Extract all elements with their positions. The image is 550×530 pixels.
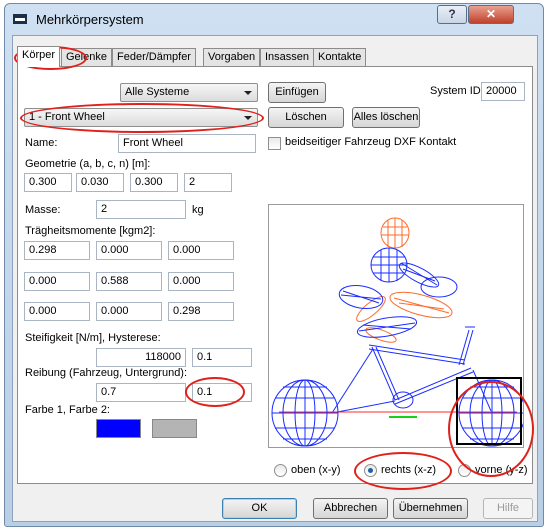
color1-swatch[interactable] — [96, 419, 141, 438]
dialog-client: Körper Gelenke Feder/Dämpfer Vorgaben In… — [12, 35, 538, 522]
inertia-field[interactable]: 0.588 — [96, 272, 162, 291]
view-right-radio[interactable] — [364, 464, 377, 477]
system-select[interactable]: Alle Systeme — [120, 83, 258, 102]
stiffness-label: Steifigkeit [N/m], Hysterese: — [25, 332, 161, 344]
geometry-c-field[interactable]: 0.300 — [130, 173, 178, 192]
geometry-a-field[interactable]: 0.300 — [24, 173, 72, 192]
name-label: Name: — [25, 137, 58, 149]
insert-button[interactable]: Einfügen — [268, 82, 326, 103]
inertia-label: Trägheitsmomente [kgm2]: — [25, 225, 156, 237]
delete-all-button[interactable]: Alles löschen — [352, 107, 420, 128]
color2-swatch[interactable] — [152, 419, 197, 438]
cancel-button[interactable]: Abbrechen — [313, 498, 388, 519]
friction-label: Reibung (Fahrzeug, Untergrund): — [25, 367, 188, 379]
name-field[interactable]: Front Wheel — [118, 134, 256, 153]
view-top-label: oben (x-y) — [291, 464, 341, 476]
hysteresis-field[interactable]: 0.1 — [192, 348, 252, 367]
inertia-field[interactable]: 0.000 — [24, 272, 90, 291]
inertia-field[interactable]: 0.298 — [24, 241, 90, 260]
system-select-value: Alle Systeme — [125, 86, 190, 98]
window-title: Mehrkörpersystem — [36, 12, 144, 27]
body-preview-viewport[interactable] — [268, 204, 526, 448]
help-title-button[interactable]: ? — [437, 5, 467, 24]
tab-koerper[interactable]: Körper — [17, 46, 61, 67]
chevron-down-icon — [244, 116, 252, 120]
tab-vorgaben[interactable]: Vorgaben — [203, 48, 261, 66]
stiffness-field[interactable]: 118000 — [96, 348, 186, 367]
app-icon — [13, 14, 27, 24]
apply-button[interactable]: Übernehmen — [393, 498, 468, 519]
chevron-down-icon — [244, 91, 252, 95]
tab-insassen[interactable]: Insassen — [260, 48, 315, 66]
tab-kontakte[interactable]: Kontakte — [313, 48, 367, 66]
view-front-label: vorne (y-z) — [475, 464, 528, 476]
delete-button[interactable]: Löschen — [268, 107, 344, 128]
tab-gelenke[interactable]: Gelenke — [61, 48, 112, 66]
dxf-contact-checkbox[interactable] — [268, 137, 281, 150]
help-button: Hilfe — [483, 498, 533, 519]
color-label: Farbe 1, Farbe 2: — [25, 404, 110, 416]
rear-wheel-wireframe — [271, 379, 339, 447]
mass-unit: kg — [192, 204, 204, 216]
dxf-contact-label: beidseitiger Fahrzeug DXF Kontakt — [285, 136, 457, 148]
view-right-label: rechts (x-z) — [381, 464, 436, 476]
window: Mehrkörpersystem ? ✕ Körper Gelenke Fede… — [4, 3, 544, 527]
inertia-field[interactable]: 0.000 — [96, 302, 162, 321]
inertia-field[interactable]: 0.000 — [168, 272, 234, 291]
mass-label: Masse: — [25, 204, 61, 216]
koerper-tab-page: Alle Systeme Einfügen System ID: 20000 1… — [14, 46, 534, 490]
geometry-b-field[interactable]: 0.030 — [76, 173, 124, 192]
ok-button[interactable]: OK — [222, 498, 297, 519]
mass-field[interactable]: 2 — [96, 200, 186, 219]
inertia-field[interactable]: 0.298 — [168, 302, 234, 321]
geometry-n-field[interactable]: 2 — [184, 173, 232, 192]
tab-feder-daempfer[interactable]: Feder/Dämpfer — [112, 48, 196, 66]
view-front-radio[interactable] — [458, 464, 471, 477]
close-button[interactable]: ✕ — [468, 5, 514, 24]
view-top-radio[interactable] — [274, 464, 287, 477]
friction-vehicle-field[interactable]: 0.7 — [96, 383, 186, 402]
body-select-value: 1 - Front Wheel — [29, 111, 105, 123]
title-bar[interactable]: Mehrkörpersystem ? ✕ — [5, 4, 543, 34]
system-id-label: System ID: — [430, 85, 484, 97]
rider-body-wireframe — [338, 247, 458, 338]
multibody-wireframe — [271, 217, 526, 447]
geometry-label: Geometrie (a, b, c, n) [m]: — [25, 158, 151, 170]
inertia-field[interactable]: 0.000 — [168, 241, 234, 260]
bike-frame-wireframe — [331, 326, 492, 414]
front-wheel-wireframe — [458, 379, 526, 447]
friction-ground-field[interactable]: 0.1 — [192, 383, 252, 402]
inertia-field[interactable]: 0.000 — [24, 302, 90, 321]
rider-wireframe — [356, 217, 453, 343]
inertia-field[interactable]: 0.000 — [96, 241, 162, 260]
system-id-field[interactable]: 20000 — [481, 82, 525, 101]
body-select[interactable]: 1 - Front Wheel — [24, 108, 258, 127]
